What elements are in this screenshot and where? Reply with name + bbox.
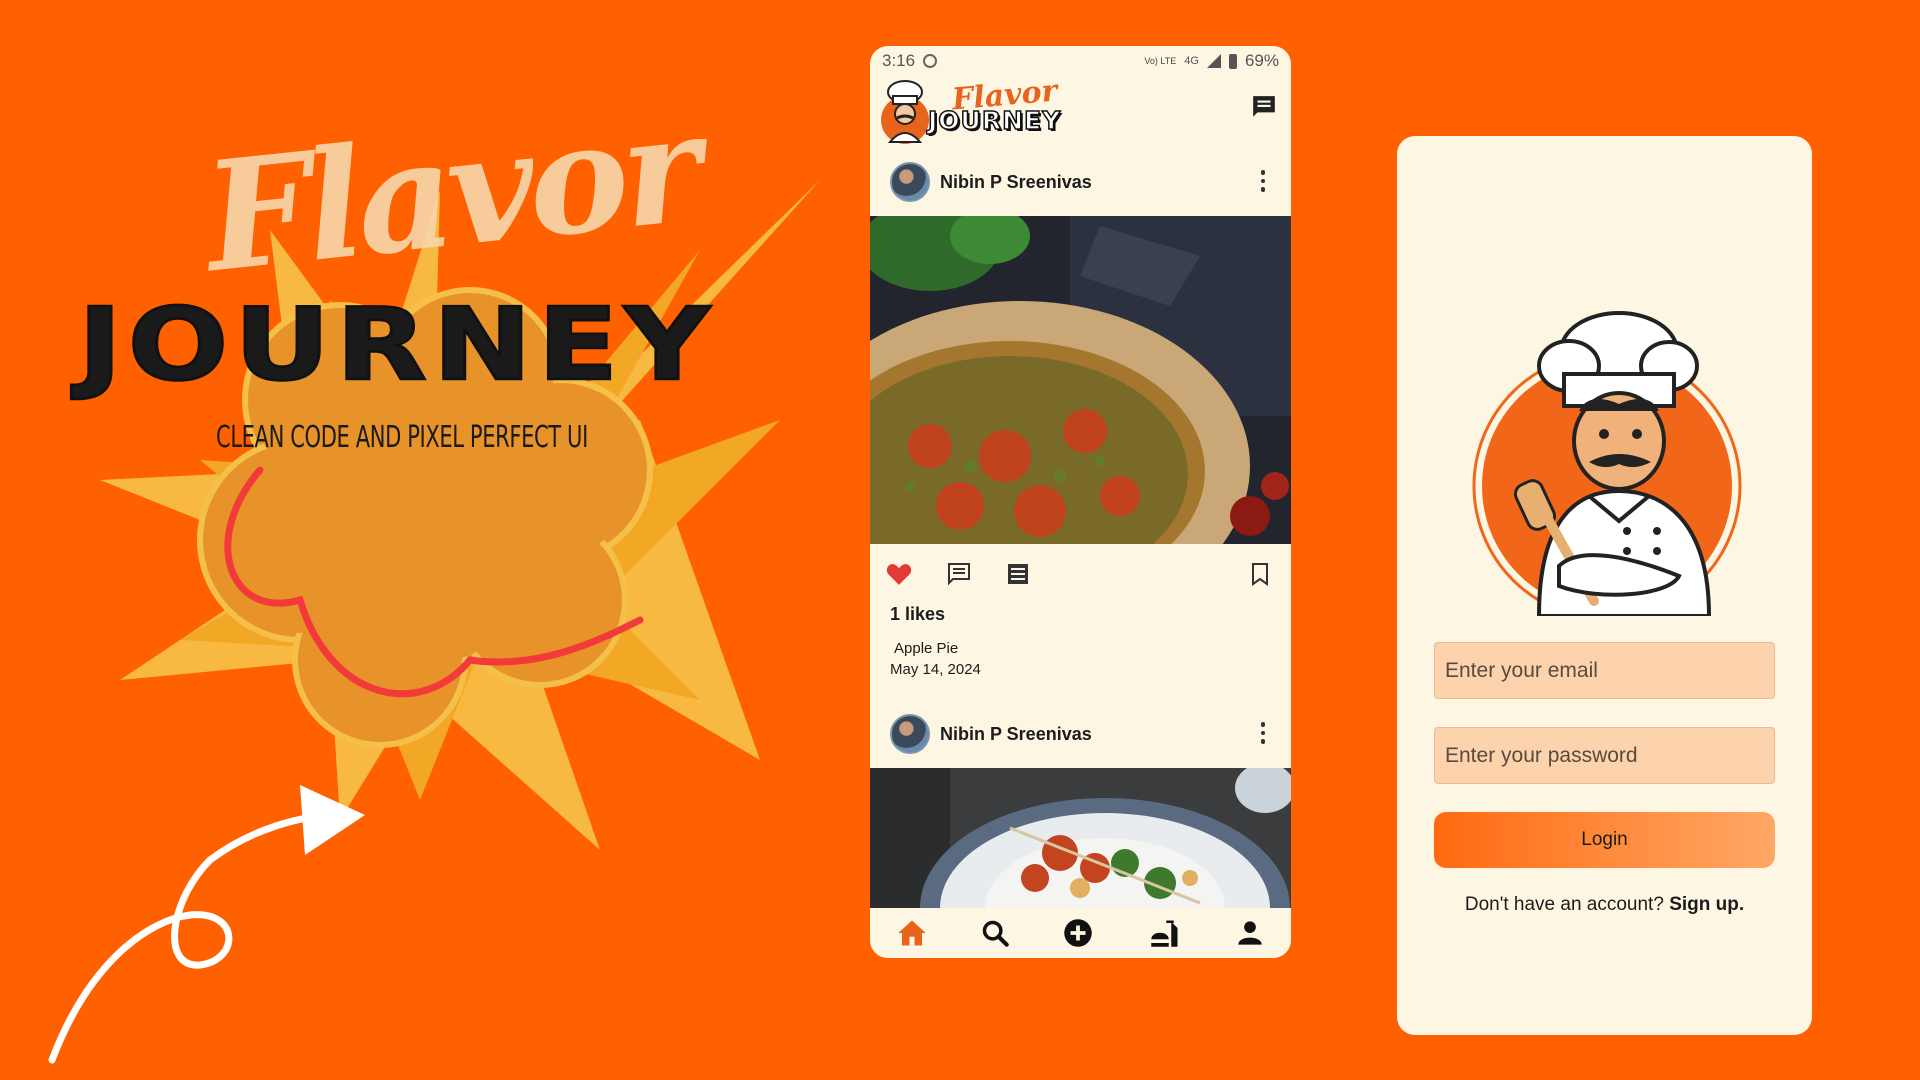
home-icon[interactable]: [897, 919, 927, 947]
post-header: Nibin P Sreenivas: [870, 148, 1291, 216]
status-time: 3:16: [882, 51, 916, 70]
search-icon[interactable]: [981, 919, 1009, 947]
chat-icon[interactable]: [1251, 94, 1277, 120]
post-username[interactable]: Nibin P Sreenivas: [940, 724, 1092, 745]
promo-panel: Flavor JOURNEY CLEAN CODE AND PIXEL PERF…: [0, 0, 860, 1080]
network-indicator: 4G: [1184, 55, 1199, 67]
post-image-skewers[interactable]: [870, 768, 1291, 908]
add-icon[interactable]: [1063, 918, 1093, 948]
battery-level: 69%: [1244, 51, 1279, 70]
signal-icon: [1206, 54, 1221, 68]
post-username[interactable]: Nibin P Sreenivas: [940, 172, 1092, 193]
password-field[interactable]: Enter your password: [1434, 727, 1775, 784]
status-bar: 3:16 Vo) LTE 4G 69%: [870, 46, 1291, 76]
app-header: Flavor JOURNEY: [870, 73, 1291, 148]
post-image-pie[interactable]: [870, 216, 1291, 544]
battery-icon: [1228, 53, 1237, 69]
comment-icon[interactable]: [946, 562, 972, 586]
post-caption: Apple Pie: [894, 640, 959, 657]
signup-link[interactable]: Sign up.: [1669, 894, 1744, 915]
bookmark-icon[interactable]: [1249, 562, 1271, 586]
feed-post: Nibin P Sreenivas: [870, 700, 1291, 908]
signup-prompt: Don't have an account? Sign up.: [1397, 894, 1812, 916]
avatar[interactable]: [890, 714, 930, 754]
bottom-nav: [870, 908, 1291, 958]
email-placeholder: Enter your email: [1445, 658, 1598, 682]
chef-mascot-illustration: [1472, 311, 1742, 616]
post-actions: [870, 544, 1291, 604]
settings-status-icon: [923, 54, 938, 68]
chef-logo-icon: [881, 80, 929, 144]
login-button[interactable]: Login: [1434, 812, 1775, 868]
password-placeholder: Enter your password: [1445, 743, 1638, 767]
profile-icon[interactable]: [1236, 919, 1264, 947]
avatar[interactable]: [890, 162, 930, 202]
likes-count: 1 likes: [890, 604, 946, 624]
heart-icon[interactable]: [886, 562, 912, 586]
email-field[interactable]: Enter your email: [1434, 642, 1775, 699]
volte-indicator: Vo) LTE: [1144, 55, 1177, 66]
recipes-icon[interactable]: [1148, 918, 1182, 948]
more-options-icon[interactable]: [1260, 722, 1265, 744]
logo-journey-text: JOURNEY: [927, 105, 1062, 136]
signup-prompt-text: Don't have an account?: [1464, 894, 1664, 915]
list-icon[interactable]: [1006, 562, 1030, 586]
post-date: May 14, 2024: [890, 661, 981, 678]
login-button-label: Login: [1581, 829, 1628, 850]
more-options-icon[interactable]: [1260, 170, 1265, 192]
promo-title-journey: JOURNEY: [77, 284, 716, 404]
feed-phone-screen: 3:16 Vo) LTE 4G 69% Flavor JOURNEY Nibin…: [870, 46, 1291, 958]
login-phone-screen: Enter your email Enter your password Log…: [1397, 136, 1812, 1035]
feed-post: Nibin P Sreenivas: [870, 148, 1291, 678]
promo-tagline: CLEAN CODE AND PIXEL PERFECT UI: [216, 420, 588, 455]
post-header: Nibin P Sreenivas: [870, 700, 1291, 768]
